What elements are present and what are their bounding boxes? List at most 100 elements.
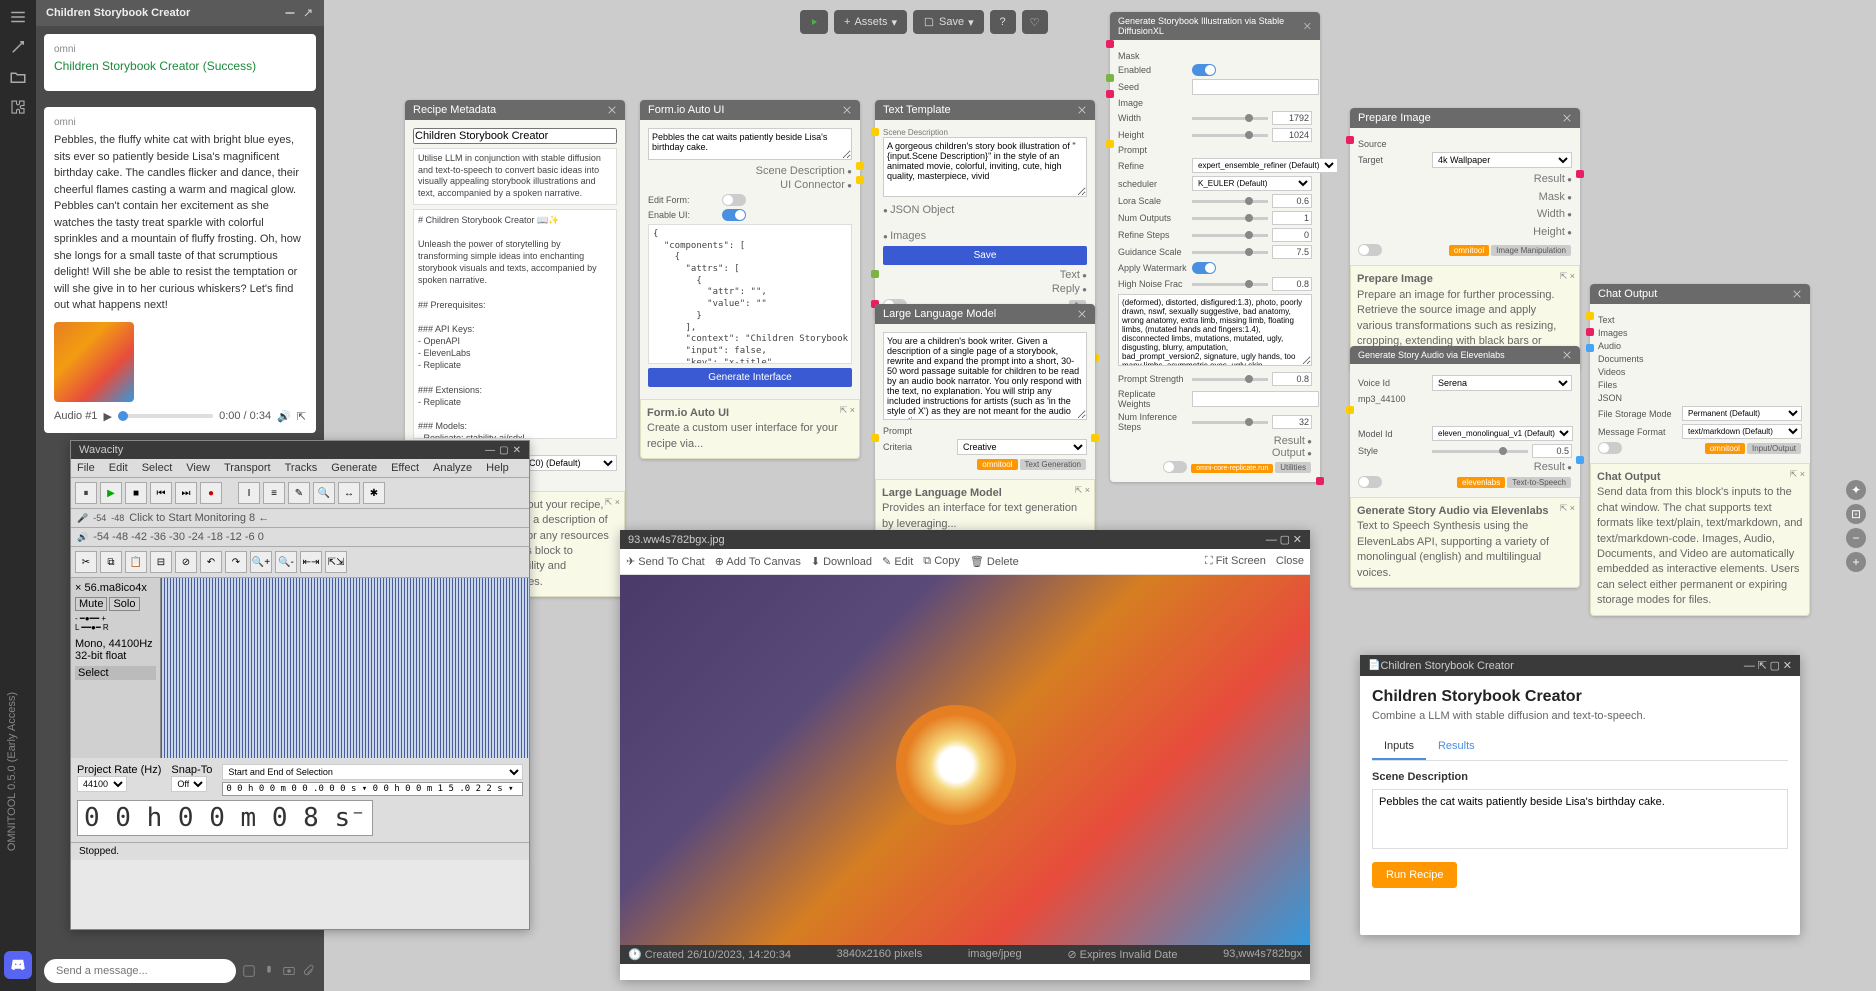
fitproj-button[interactable]: ⇱⇲ [325, 551, 347, 573]
menu-view[interactable]: View [186, 462, 210, 474]
maximize-icon[interactable]: ▢ [1770, 659, 1780, 672]
assets-button[interactable]: +Assets▾ [834, 10, 907, 34]
rate-select[interactable]: 44100 [77, 776, 127, 792]
recipe-name-input[interactable] [413, 128, 617, 144]
selmode-select[interactable]: Start and End of Selection [222, 764, 523, 780]
imgview-titlebar[interactable]: 93.ww4s782bgx.jpg— ▢ ✕ [620, 530, 1310, 549]
audacity-titlebar[interactable]: Wavacity—▢✕ [71, 441, 529, 459]
track-select[interactable]: Select [75, 666, 156, 680]
guidance-slider[interactable] [1192, 251, 1268, 254]
zoom-fit-icon[interactable]: ⊡ [1846, 504, 1866, 524]
popout-icon[interactable]: ⇱ [1758, 659, 1767, 672]
cut-button[interactable]: ✂ [75, 551, 97, 573]
menu-generate[interactable]: Generate [331, 462, 377, 474]
numout-slider[interactable] [1192, 217, 1268, 220]
image-display[interactable] [620, 575, 1310, 945]
tool-timeshift[interactable]: ↔ [338, 482, 360, 504]
discord-button[interactable] [4, 951, 32, 979]
voice-select[interactable]: Serena [1432, 375, 1572, 391]
solo-button[interactable]: Solo [109, 597, 139, 611]
expand-icon[interactable] [302, 7, 314, 19]
storage-select[interactable]: Permanent (Default) [1682, 406, 1802, 421]
chatout-toggle[interactable] [1598, 442, 1622, 454]
watermark-toggle[interactable] [1192, 262, 1216, 274]
menu-select[interactable]: Select [142, 462, 173, 474]
silence-button[interactable]: ⊘ [175, 551, 197, 573]
node-sdxl[interactable]: Generate Storybook Illustration via Stab… [1110, 12, 1320, 482]
close-icon[interactable] [1303, 21, 1312, 31]
msgfmt-select[interactable]: text/markdown (Default) [1682, 424, 1802, 439]
infsteps-slider[interactable] [1192, 421, 1268, 424]
play-button[interactable]: ▶ [100, 482, 122, 504]
puzzle-icon[interactable] [9, 98, 27, 116]
stop-button[interactable]: ■ [125, 482, 147, 504]
image-viewer[interactable]: 93.ww4s782bgx.jpg— ▢ ✕ ✈ Send To Chat ⊕ … [620, 530, 1310, 980]
menu-effect[interactable]: Effect [391, 462, 419, 474]
node-text-template[interactable]: Text Template Scene Description A gorgeo… [875, 100, 1095, 320]
formio-code[interactable]: { "components": [ { "attrs": [ { "attr":… [648, 224, 852, 364]
node-llm[interactable]: Large Language Model You are a children'… [875, 304, 1095, 539]
mute-button[interactable]: Mute [75, 597, 107, 611]
msg-thumbnail[interactable] [54, 322, 134, 402]
tool-draw[interactable]: ✎ [288, 482, 310, 504]
recipe-desc[interactable]: Utilise LLM in conjunction with stable d… [413, 148, 617, 205]
trim-button[interactable]: ⊟ [150, 551, 172, 573]
seed-input[interactable] [1192, 79, 1319, 95]
close-icon[interactable] [1562, 113, 1572, 123]
send-to-chat-button[interactable]: ✈ Send To Chat [626, 555, 705, 568]
chat-input[interactable] [44, 959, 236, 983]
cmd-icon[interactable] [242, 964, 256, 978]
paste-button[interactable]: 📋 [125, 551, 147, 573]
formwin-titlebar[interactable]: 📄 Children Storybook Creator— ⇱ ▢ ✕ [1360, 655, 1800, 676]
zoomin-button[interactable]: 🔍+ [250, 551, 272, 573]
maximize-icon[interactable]: ▢ [499, 445, 508, 456]
audacity-window[interactable]: Wavacity—▢✕ File Edit Select View Transp… [70, 440, 530, 930]
pause-button[interactable]: ⏸ [75, 482, 97, 504]
mic-icon[interactable] [262, 964, 276, 978]
pstrength-slider[interactable] [1192, 378, 1268, 381]
menu-edit[interactable]: Edit [109, 462, 128, 474]
refine-select[interactable]: expert_ensemble_refiner (Default) [1192, 158, 1338, 173]
close-icon[interactable] [1077, 309, 1087, 319]
close-icon[interactable] [1792, 289, 1802, 299]
generate-interface-button[interactable]: Generate Interface [648, 368, 852, 387]
llm-prompt[interactable]: You are a children's book writer. Given … [883, 332, 1087, 420]
enabled-toggle[interactable] [1192, 64, 1216, 76]
tab-results[interactable]: Results [1426, 734, 1487, 760]
maximize-icon[interactable]: ▢ [1280, 533, 1290, 546]
run-button[interactable] [800, 10, 828, 34]
zoomout-button[interactable]: 🔍- [275, 551, 297, 573]
refsteps-slider[interactable] [1192, 234, 1268, 237]
redo-button[interactable]: ↷ [225, 551, 247, 573]
tool-select[interactable]: I [238, 482, 260, 504]
volume-icon[interactable]: 🔊 [277, 410, 291, 423]
waveform[interactable] [161, 578, 529, 758]
zoom-sparkle-icon[interactable]: ✦ [1846, 480, 1866, 500]
node-chat-output[interactable]: Chat Output Text Images Audio Documents … [1590, 284, 1810, 616]
node-formio[interactable]: Form.io Auto UI Pebbles the cat waits pa… [640, 100, 860, 459]
folder-icon[interactable] [9, 68, 27, 86]
run-recipe-button[interactable]: Run Recipe [1372, 862, 1457, 888]
add-to-canvas-button[interactable]: ⊕ Add To Canvas [715, 555, 801, 568]
close-button[interactable]: Close [1276, 555, 1304, 568]
attach-icon[interactable] [302, 964, 316, 978]
menu-analyze[interactable]: Analyze [433, 462, 472, 474]
selection-time[interactable]: 0 0 h 0 0 m 0 0 .0 0 0 s ▾ 0 0 h 0 0 m 1… [222, 782, 523, 796]
menu-transport[interactable]: Transport [224, 462, 271, 474]
track-controls[interactable]: × 56.ma8ico4x MuteSolo - ━●━━ + L ━━●━ R… [71, 578, 161, 758]
play-icon[interactable]: ▶ [103, 410, 111, 423]
download-button[interactable]: ⬇ Download [811, 555, 872, 568]
camera-icon[interactable] [282, 964, 296, 978]
criteria-select[interactable]: Creative [957, 439, 1087, 455]
audio-player[interactable]: Audio #1 ▶ 0:00 / 0:34 🔊 ⇱ [54, 410, 306, 423]
favorite-button[interactable]: ♡ [1022, 10, 1048, 34]
node-prepare-image[interactable]: Prepare Image Source Target4k Wallpaper … [1350, 108, 1580, 372]
minimize-icon[interactable]: — [1266, 534, 1277, 546]
repweights-input[interactable] [1192, 391, 1319, 407]
minimize-icon[interactable]: — [1744, 660, 1755, 672]
target-select[interactable]: 4k Wallpaper [1432, 152, 1572, 168]
template-text[interactable]: A gorgeous children's story book illustr… [883, 137, 1087, 197]
close-icon[interactable] [1077, 105, 1087, 115]
undo-button[interactable]: ↶ [200, 551, 222, 573]
recipe-markdown[interactable]: # Children Storybook Creator 📖✨ Unleash … [413, 209, 617, 439]
